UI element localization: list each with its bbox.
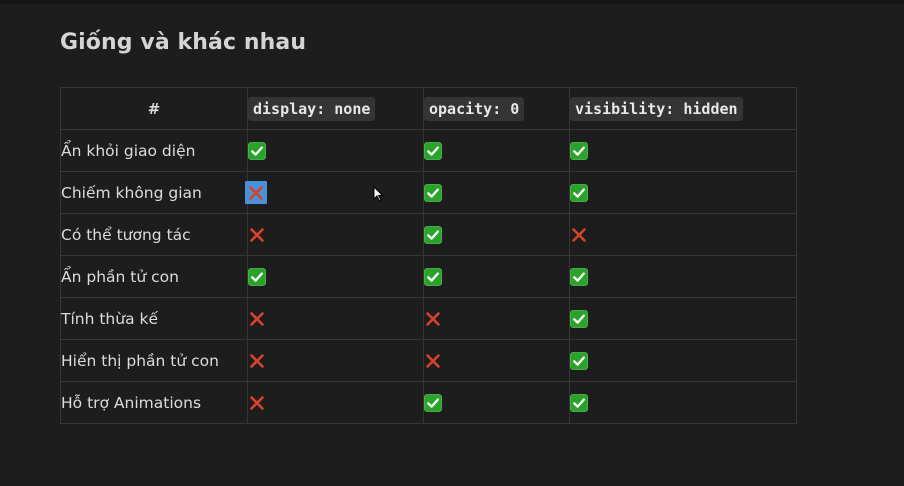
mark-cell xyxy=(423,339,570,382)
header-display-none: display: none xyxy=(247,87,424,130)
mark-cell xyxy=(569,171,797,214)
mark-cell xyxy=(247,129,424,172)
cross-mark-icon xyxy=(424,310,442,328)
mark-cell xyxy=(247,213,424,256)
feature-label: Chiếm không gian xyxy=(60,171,248,214)
table-row: Hỗ trợ Animations xyxy=(60,381,797,424)
mark-cell xyxy=(423,255,570,298)
check-mark-button-icon xyxy=(570,352,588,371)
table-row: Ẩn phần tử con xyxy=(60,255,797,298)
mark-cell xyxy=(569,297,797,340)
check-mark-button-icon xyxy=(248,268,266,287)
mark-cell xyxy=(247,255,424,298)
feature-label: Hỗ trợ Animations xyxy=(60,381,248,424)
code-display-none: display: none xyxy=(248,96,376,121)
check-mark-button-icon xyxy=(424,142,442,161)
check-mark-button-icon xyxy=(570,394,588,413)
table-row: Có thể tương tác xyxy=(60,213,797,256)
mouse-pointer-icon xyxy=(373,186,384,202)
mark-cell xyxy=(423,171,570,214)
cross-mark-icon xyxy=(247,184,265,202)
check-mark-button-icon xyxy=(248,142,266,161)
cross-mark-icon xyxy=(248,310,266,328)
table-row: Tính thừa kế xyxy=(60,297,797,340)
cross-mark-icon xyxy=(248,394,266,412)
table-header-row: # display: none opacity: 0 visibility: h… xyxy=(60,87,797,130)
mark-cell xyxy=(247,339,424,382)
mark-cell xyxy=(423,213,570,256)
header-opacity-0: opacity: 0 xyxy=(423,87,570,130)
mark-cell xyxy=(423,297,570,340)
mark-cell xyxy=(569,213,797,256)
cross-mark-icon xyxy=(424,352,442,370)
mark-cell xyxy=(569,129,797,172)
feature-label: Có thể tương tác xyxy=(60,213,248,256)
check-mark-button-icon xyxy=(424,268,442,287)
check-mark-button-icon xyxy=(424,394,442,413)
header-visibility-hidden: visibility: hidden xyxy=(569,87,797,130)
mark-cell xyxy=(423,129,570,172)
cross-mark-icon xyxy=(570,226,588,244)
table-row: Chiếm không gian xyxy=(60,171,797,214)
code-opacity-0: opacity: 0 xyxy=(424,96,525,121)
header-hash: # xyxy=(60,87,248,130)
check-mark-button-icon xyxy=(424,226,442,245)
selected-mark-highlight[interactable] xyxy=(245,180,267,205)
mark-cell xyxy=(247,297,424,340)
cross-mark-icon xyxy=(248,226,266,244)
mark-cell xyxy=(247,381,424,424)
check-mark-button-icon xyxy=(570,184,588,203)
cross-mark-icon xyxy=(248,352,266,370)
feature-label: Ẩn khỏi giao diện xyxy=(60,129,248,172)
top-edge-shadow xyxy=(0,0,904,4)
mark-cell xyxy=(423,381,570,424)
mark-cell xyxy=(569,339,797,382)
mark-cell xyxy=(569,255,797,298)
check-mark-button-icon xyxy=(570,142,588,161)
page-title: Giống và khác nhau xyxy=(60,30,307,55)
table-row: Ẩn khỏi giao diện xyxy=(60,129,797,172)
mark-cell xyxy=(569,381,797,424)
check-mark-button-icon xyxy=(424,184,442,203)
comparison-table: # display: none opacity: 0 visibility: h… xyxy=(60,87,797,424)
feature-label: Hiển thị phần tử con xyxy=(60,339,248,382)
table-row: Hiển thị phần tử con xyxy=(60,339,797,382)
table-body: Ẩn khỏi giao diện Chiếm không gian Có thể … xyxy=(60,129,797,424)
feature-label: Ẩn phần tử con xyxy=(60,255,248,298)
check-mark-button-icon xyxy=(570,310,588,329)
mark-cell xyxy=(245,171,424,214)
feature-label: Tính thừa kế xyxy=(60,297,248,340)
check-mark-button-icon xyxy=(570,268,588,287)
code-visibility-hidden: visibility: hidden xyxy=(570,96,743,121)
